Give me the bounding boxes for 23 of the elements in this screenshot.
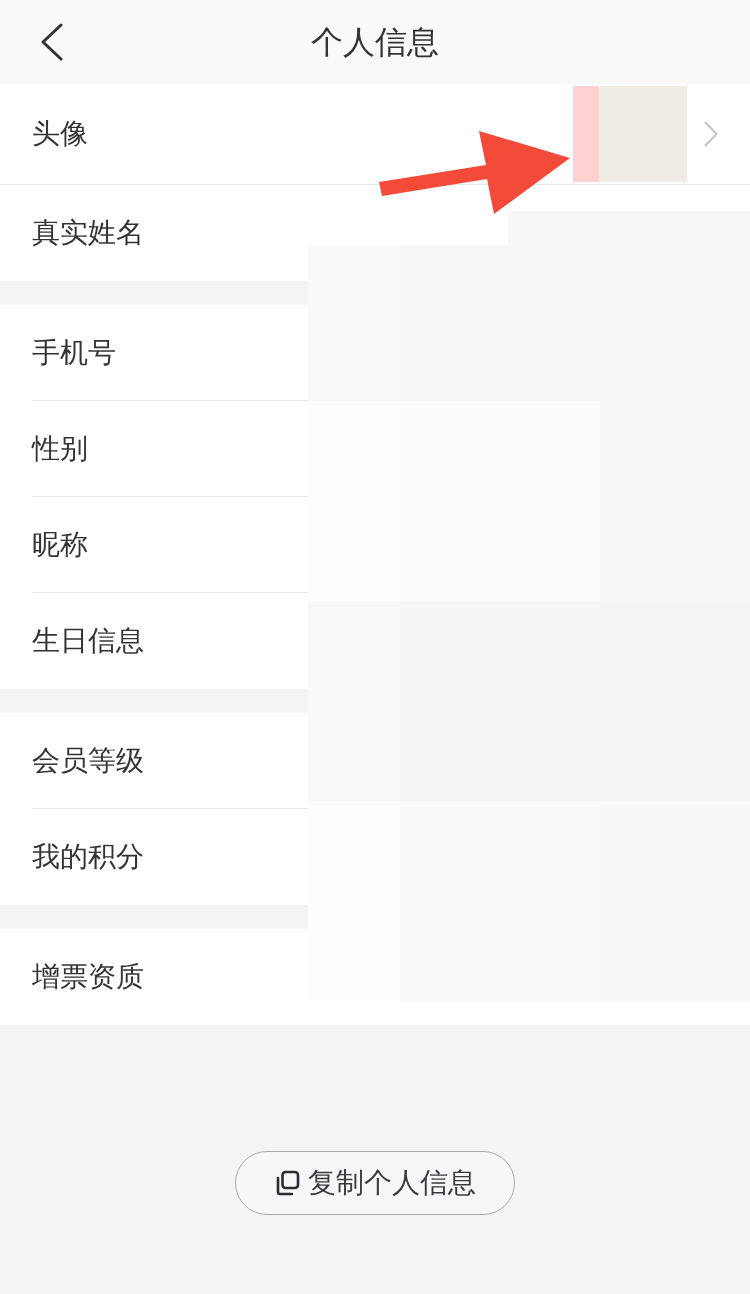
back-icon <box>40 23 64 61</box>
row-label: 我的积分 <box>32 843 144 871</box>
profile-row[interactable]: 生日信息 <box>0 593 308 689</box>
row-label: 真实姓名 <box>32 219 144 247</box>
page-title: 个人信息 <box>310 26 440 58</box>
row-label: 增票资质 <box>32 963 144 991</box>
row-label: 头像 <box>32 120 88 148</box>
profile-row[interactable]: 性别 <box>0 401 308 497</box>
copy-icon <box>274 1170 300 1196</box>
profile-row[interactable]: 会员等级 <box>0 713 308 809</box>
row-label: 会员等级 <box>32 746 144 775</box>
chevron-right-icon <box>704 121 718 147</box>
profile-row[interactable]: 我的积分 <box>0 809 308 905</box>
profile-row[interactable]: 昵称 <box>0 497 308 593</box>
copy-info-button[interactable]: 复制个人信息 <box>235 1151 515 1215</box>
profile-row[interactable]: 真实姓名 <box>0 185 308 281</box>
profile-row[interactable]: 头像 <box>0 84 750 184</box>
row-label: 性别 <box>32 434 88 463</box>
profile-row[interactable]: 增票资质 <box>0 929 308 1025</box>
row-label: 生日信息 <box>32 627 144 655</box>
row-label: 手机号 <box>32 338 116 367</box>
profile-row[interactable]: 手机号 <box>0 305 308 401</box>
row-label: 昵称 <box>32 530 88 559</box>
